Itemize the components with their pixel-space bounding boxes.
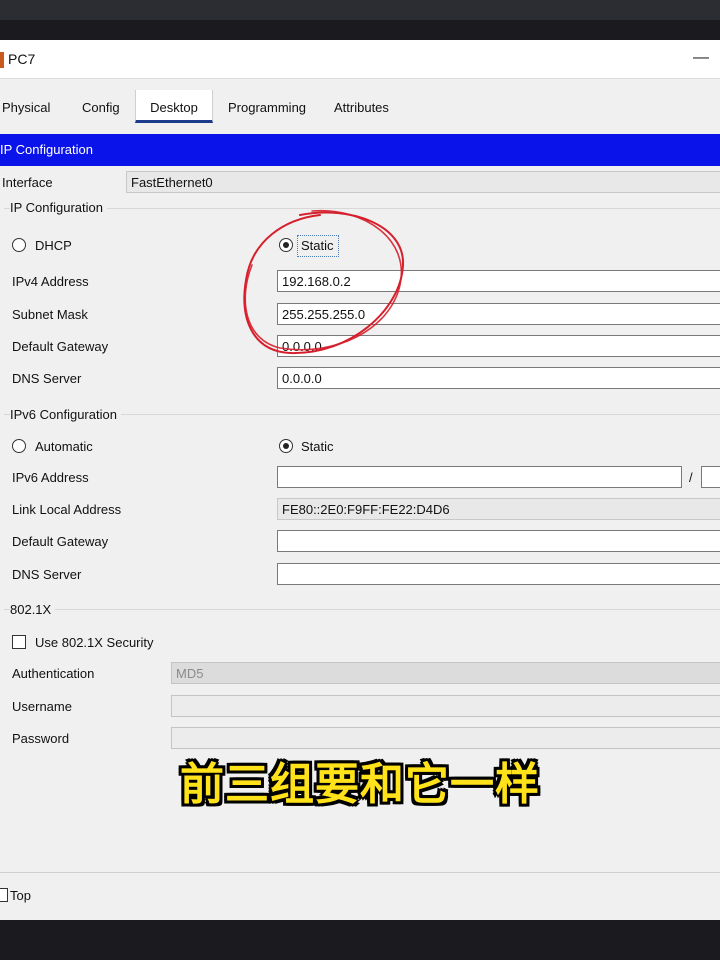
top-label: Top — [10, 888, 31, 903]
tab-desktop[interactable]: Desktop — [135, 90, 213, 123]
dhcp-radio[interactable] — [12, 238, 26, 252]
top-band — [0, 0, 720, 20]
interface-select[interactable]: FastEthernet0 — [126, 171, 720, 193]
ipv4-dns-label: DNS Server — [12, 371, 82, 386]
top-checkbox[interactable] — [0, 888, 8, 902]
authentication-label: Authentication — [12, 666, 95, 681]
subtitle-caption: 前三组要和它一样 — [180, 759, 540, 810]
title-bar: PC7 — — [0, 40, 720, 79]
ipv6-static-label: Static — [301, 439, 334, 454]
ipv4-section-line — [4, 208, 720, 209]
status-bar: Top — [0, 872, 720, 920]
window-title: PC7 — [8, 51, 36, 67]
ipv4-section-title: IP Configuration — [10, 200, 107, 215]
username-label: Username — [12, 699, 72, 714]
use-8021x-label: Use 802.1X Security — [35, 635, 154, 650]
ipv6-address-label: IPv6 Address — [12, 470, 89, 485]
ipv6-section-title: IPv6 Configuration — [10, 407, 121, 422]
interface-label: Interface — [2, 175, 53, 190]
ipv4-gateway-input[interactable]: 0.0.0.0 — [277, 335, 720, 357]
app-icon — [0, 52, 4, 68]
ipv4-gateway-label: Default Gateway — [12, 339, 109, 354]
tab-physical[interactable]: Physical — [2, 90, 62, 120]
ipv6-automatic-radio[interactable] — [12, 439, 26, 453]
dhcp-label: DHCP — [35, 238, 72, 253]
ipv4-address-label: IPv4 Address — [12, 274, 89, 289]
subnet-mask-label: Subnet Mask — [12, 307, 88, 322]
link-local-label: Link Local Address — [12, 502, 122, 517]
use-8021x-checkbox[interactable] — [12, 635, 26, 649]
static-radio[interactable] — [279, 238, 293, 252]
ipv6-automatic-label: Automatic — [35, 439, 93, 454]
ipv6-address-input[interactable] — [277, 466, 682, 488]
authentication-select[interactable]: MD5 — [171, 662, 720, 684]
static-label: Static — [301, 238, 334, 253]
tab-config[interactable]: Config — [82, 90, 132, 120]
ipv6-static-radio[interactable] — [279, 439, 293, 453]
prefix-separator: / — [689, 470, 693, 485]
minimize-button[interactable]: — — [690, 46, 712, 70]
panel-header: IP Configuration — [0, 134, 720, 166]
tab-attributes[interactable]: Attributes — [334, 90, 404, 120]
ipv6-dns-input[interactable] — [277, 563, 720, 585]
ipv6-dns-label: DNS Server — [12, 567, 82, 582]
ipv4-address-input[interactable]: 192.168.0.2 — [277, 270, 720, 292]
password-input[interactable] — [171, 727, 720, 749]
dot1x-section-title: 802.1X — [10, 602, 56, 617]
link-local-value: FE80::2E0:F9FF:FE22:D4D6 — [277, 498, 720, 520]
ipv6-prefix-input[interactable] — [701, 466, 720, 488]
dot1x-section-line — [4, 609, 720, 610]
subnet-mask-input[interactable]: 255.255.255.0 — [277, 303, 720, 325]
tab-bar: Physical Config Desktop Programming Attr… — [0, 90, 720, 124]
ipv6-gateway-input[interactable] — [277, 530, 720, 552]
ip-configuration-panel: IP Configuration Interface FastEthernet0… — [0, 134, 720, 764]
ipv4-dns-input[interactable]: 0.0.0.0 — [277, 367, 720, 389]
panel-header-title: IP Configuration — [0, 142, 93, 157]
password-label: Password — [12, 731, 70, 746]
tab-programming[interactable]: Programming — [228, 90, 318, 120]
username-input[interactable] — [171, 695, 720, 717]
ipv6-gateway-label: Default Gateway — [12, 534, 109, 549]
